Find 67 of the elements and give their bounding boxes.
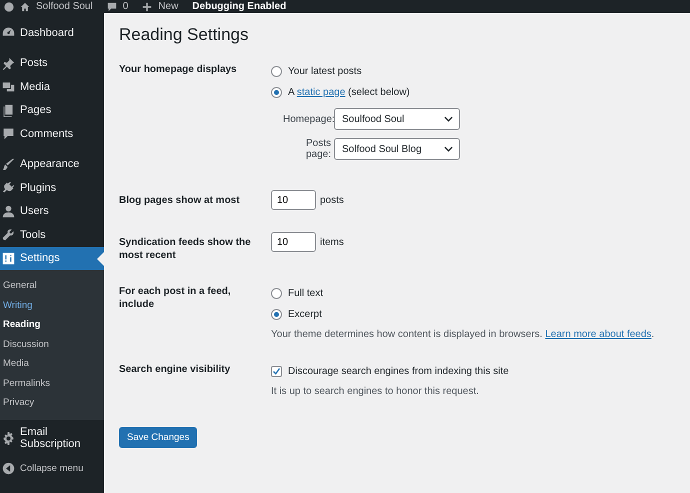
number-input[interactable]: 10 [271, 232, 316, 252]
chevron-down-icon [444, 116, 453, 122]
gear-icon [2, 432, 15, 445]
new-link[interactable]: New [158, 0, 178, 12]
setting-label: Your homepage displays [119, 63, 238, 77]
page-icon [2, 104, 15, 117]
submenu-item[interactable]: Writing [0, 296, 104, 315]
radio-label: Excerpt [288, 308, 322, 320]
collapse-menu-button[interactable]: Collapse menu [0, 457, 104, 480]
sidebar-item[interactable]: Plugins [0, 176, 104, 200]
page-dropdown[interactable]: Soulfood Soul [334, 108, 460, 130]
logo-icon[interactable] [4, 2, 14, 12]
submenu-item[interactable]: Reading [0, 315, 104, 334]
static-page-link[interactable]: static page [296, 86, 346, 98]
sliders-icon [2, 252, 15, 265]
home-icon [20, 2, 30, 12]
submenu-item[interactable]: General [0, 276, 104, 296]
description-text: Your theme determines how content is displayed in browsers. Learn more about feeds. [271, 329, 656, 340]
setting-label: Search engine visibility [119, 363, 232, 377]
pin-icon [2, 56, 15, 70]
sidebar-item[interactable]: Email Subscription [0, 426, 104, 450]
sidebar-item[interactable]: Posts [0, 52, 104, 75]
unit-label: posts [320, 194, 344, 206]
radio-button[interactable] [271, 288, 282, 298]
plug-icon [2, 181, 15, 194]
radio-label: A static page (select below) [288, 86, 410, 98]
setting-label: For each post in a feed, include [119, 285, 232, 312]
sidebar-item[interactable]: Dashboard [0, 21, 104, 44]
setting-label: Syndication feeds show the most recent [119, 236, 252, 262]
comments-count[interactable]: 0 [122, 0, 128, 12]
description-text: It is up to search engines to honor this request. [271, 386, 480, 397]
site-name-link[interactable]: Solfood Soul [36, 0, 93, 12]
user-icon [2, 204, 15, 218]
sidebar-item[interactable]: Media [0, 75, 104, 98]
sidebar-item[interactable]: Tools [0, 223, 104, 246]
number-input[interactable]: 10 [271, 190, 316, 210]
submenu-item[interactable]: Permalinks [0, 374, 104, 393]
page-dropdown[interactable]: Solfood Soul Blog [334, 138, 460, 160]
submenu-item[interactable]: Privacy [0, 393, 104, 412]
unit-label: items [320, 236, 344, 248]
sidebar-item[interactable]: Comments [0, 122, 104, 146]
wrench-icon [2, 228, 15, 242]
checkbox[interactable] [271, 366, 282, 376]
sidebar-item[interactable]: Pages [0, 98, 104, 122]
radio-label: Your latest posts [288, 66, 362, 76]
comment-icon [106, 2, 117, 12]
sidebar-item[interactable]: Users [0, 200, 104, 223]
debugging-notice[interactable]: Debugging Enabled [192, 0, 286, 12]
comment-icon [2, 127, 15, 140]
save-changes-button[interactable]: Save Changes [119, 427, 198, 448]
submenu-item[interactable]: Media [0, 354, 104, 374]
sidebar-item[interactable]: Appearance [0, 152, 104, 176]
radio-button[interactable] [271, 86, 282, 98]
brush-icon [2, 158, 15, 171]
plus-icon [142, 2, 152, 12]
submenu-item[interactable]: Discussion [0, 334, 104, 354]
checkbox-label: Discourage search engines from indexing this site [288, 366, 509, 376]
page-title: Reading Settings [119, 25, 250, 45]
media-icon [2, 80, 15, 94]
radio-label: Full text [288, 288, 324, 298]
chevron-down-icon [444, 146, 453, 152]
setting-label: Blog pages show at most [119, 194, 241, 208]
learn-more-link[interactable]: Learn more about feeds [545, 329, 652, 340]
select-label: Posts page: [304, 138, 331, 160]
sidebar-item[interactable]: Settings [0, 246, 104, 270]
radio-button[interactable] [271, 308, 282, 320]
radio-button[interactable] [271, 66, 282, 76]
